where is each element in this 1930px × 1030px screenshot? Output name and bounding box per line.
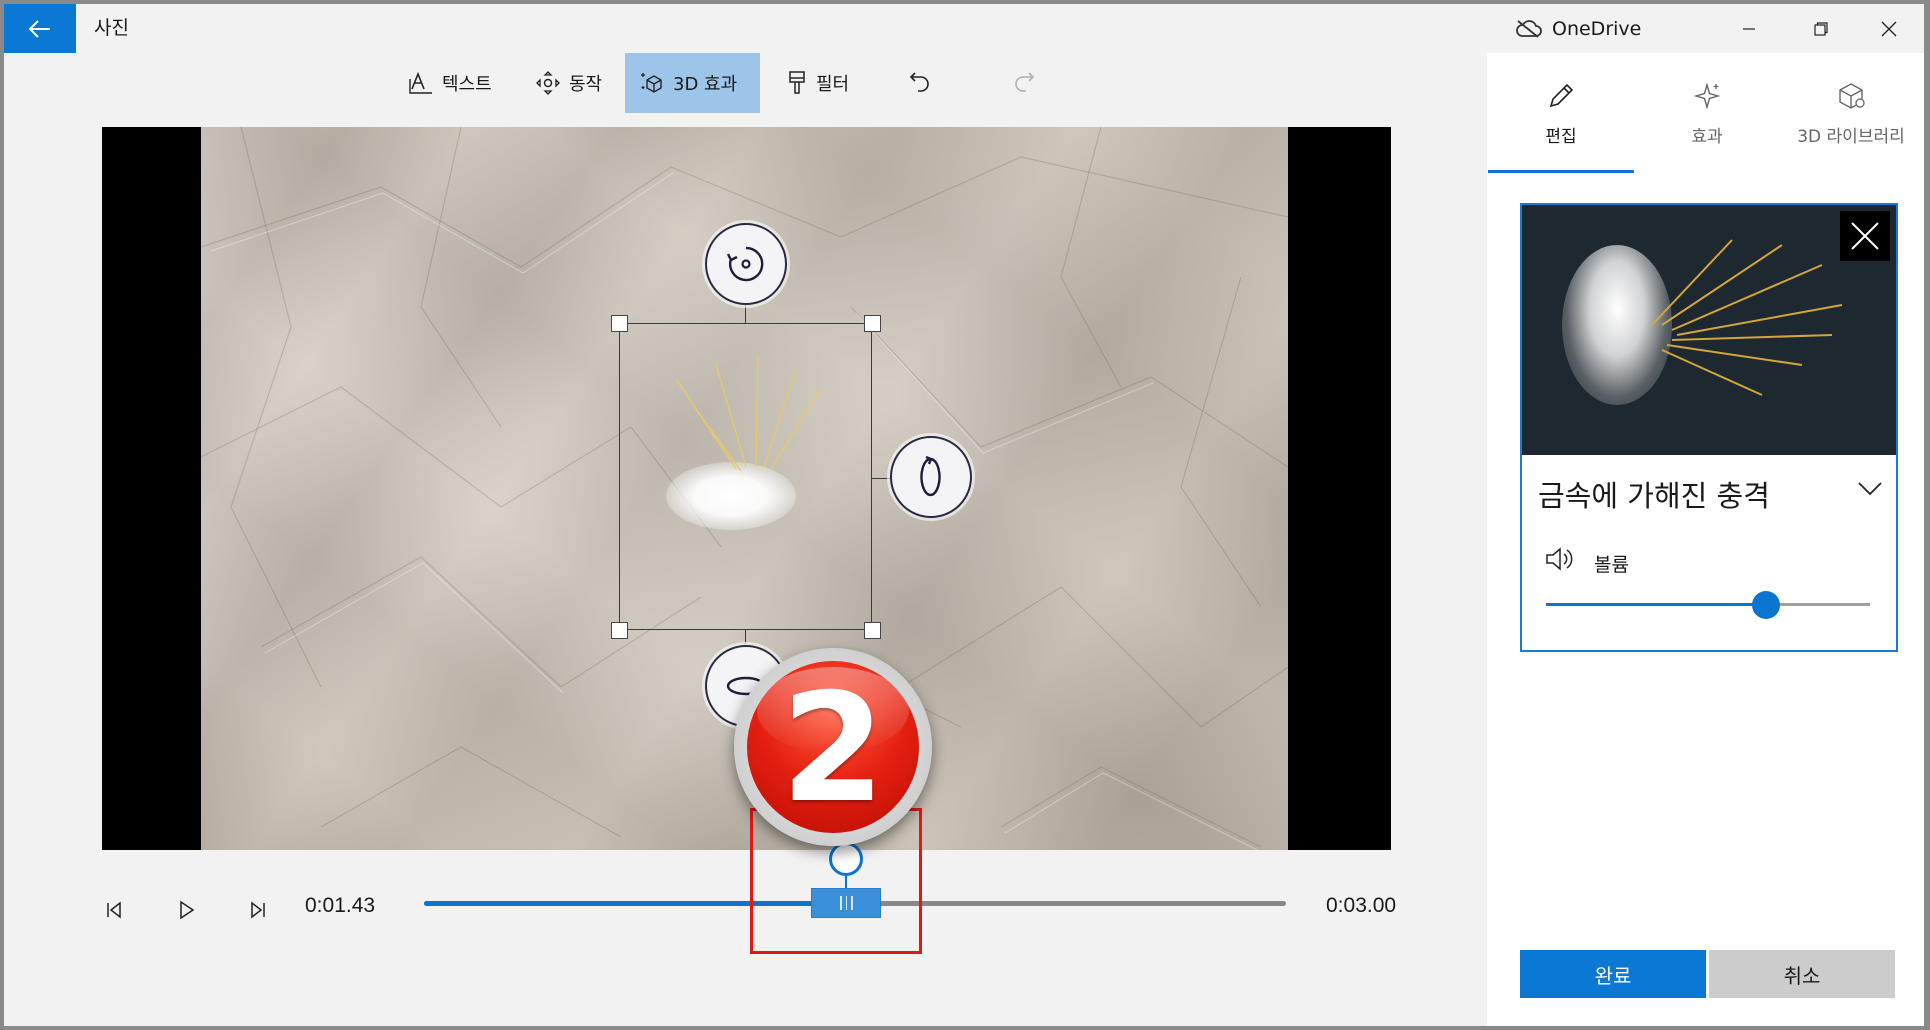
- effects-panel: 편집 효과 3D 라이브러리 금속에 가해진 충격 볼륨 완료 취소: [1487, 53, 1924, 1026]
- photos-window: 사진 OneDrive 텍스트 동작 3D 효과 필터 0:01.43 0:03…: [4, 4, 1924, 1026]
- text-button[interactable]: 텍스트: [394, 53, 506, 113]
- onedrive-button[interactable]: OneDrive: [1516, 4, 1641, 53]
- cancel-button[interactable]: 취소: [1709, 950, 1895, 998]
- step-forward-icon: [251, 901, 265, 919]
- total-time: 0:03.00: [1326, 894, 1397, 917]
- motion-icon: [536, 71, 560, 95]
- app-title: 사진: [94, 17, 129, 39]
- filter-button[interactable]: 필터: [772, 53, 863, 113]
- close-icon: [1851, 222, 1879, 250]
- undo-button[interactable]: [894, 53, 946, 113]
- resize-handle-bottom-left[interactable]: [611, 622, 628, 639]
- current-time: 0:01.43: [305, 894, 376, 917]
- back-button[interactable]: [4, 4, 76, 53]
- next-frame-button[interactable]: [236, 890, 280, 930]
- resize-handle-top-left[interactable]: [611, 315, 628, 332]
- chevron-down-icon: [1858, 482, 1882, 496]
- volume-label: 볼륨: [1594, 554, 1629, 576]
- step-back-icon: [107, 901, 121, 919]
- cube-icon: [1839, 82, 1865, 109]
- tab-edit-label: 편집: [1545, 126, 1577, 147]
- minimize-icon: [1743, 27, 1755, 30]
- text-label: 텍스트: [442, 74, 492, 95]
- rotate-top-stem: [745, 305, 746, 323]
- rotate-clockwise-icon: [726, 246, 764, 282]
- effect-dropdown-chevron[interactable]: [1858, 481, 1882, 500]
- motion-button[interactable]: 동작: [521, 53, 616, 113]
- volume-slider[interactable]: [1546, 603, 1870, 606]
- rotate-right-stem: [872, 478, 892, 479]
- pencil-icon: [1549, 83, 1574, 107]
- volume-slider-thumb[interactable]: [1752, 591, 1781, 619]
- rotate-y-control[interactable]: [890, 436, 972, 518]
- active-tab-indicator: [1488, 170, 1634, 173]
- arrow-left-icon: [29, 19, 50, 38]
- effect-thumbnail: [1522, 205, 1896, 455]
- close-icon: [1881, 21, 1897, 36]
- sparkle-icon: [1693, 82, 1721, 109]
- resize-handle-top-right[interactable]: [864, 315, 881, 332]
- step-badge: 2: [734, 648, 932, 846]
- resize-handle-bottom-right[interactable]: [864, 622, 881, 639]
- effect-name: 금속에 가해진 충격: [1538, 479, 1770, 513]
- effect-card: 금속에 가해진 충격 볼륨: [1520, 203, 1898, 652]
- filter-label: 필터: [816, 74, 850, 95]
- redo-button[interactable]: [998, 53, 1050, 113]
- redo-icon: [1015, 72, 1035, 92]
- rotate-bottom-stem: [745, 630, 746, 644]
- cloud-off-icon: [1516, 19, 1542, 38]
- previous-frame-button[interactable]: [92, 890, 136, 930]
- restore-button[interactable]: [1786, 4, 1856, 53]
- close-window-button[interactable]: [1854, 4, 1924, 53]
- restore-icon: [1814, 21, 1828, 36]
- undo-icon: [909, 72, 929, 92]
- motion-label: 동작: [569, 74, 603, 95]
- tab-3d-library[interactable]: 3D 라이브러리: [1778, 53, 1924, 173]
- minimize-button[interactable]: [1714, 4, 1784, 53]
- brush-icon: [789, 71, 805, 94]
- tab-edit[interactable]: 편집: [1488, 53, 1634, 173]
- speaker-icon: [1544, 545, 1576, 577]
- step-number: 2: [780, 662, 886, 833]
- done-button[interactable]: 완료: [1520, 950, 1706, 998]
- 3d-effects-button[interactable]: 3D 효과: [625, 53, 760, 113]
- tab-effects-label: 효과: [1691, 126, 1723, 147]
- play-icon: [180, 900, 195, 920]
- text-icon: [409, 71, 432, 94]
- tab-3d-library-label: 3D 라이브러리: [1797, 126, 1905, 147]
- 3d-effect-icon: [641, 73, 662, 93]
- 3d-effects-label: 3D 효과: [673, 74, 738, 95]
- onedrive-label: OneDrive: [1552, 17, 1642, 40]
- remove-effect-button[interactable]: [1840, 211, 1890, 261]
- play-button[interactable]: [164, 890, 208, 930]
- rotate-vertical-icon: [920, 455, 941, 497]
- rotate-z-control[interactable]: [705, 223, 787, 305]
- tab-effects[interactable]: 효과: [1634, 53, 1780, 173]
- spark-lines: [675, 354, 822, 472]
- volume-slider-fill: [1546, 603, 1767, 606]
